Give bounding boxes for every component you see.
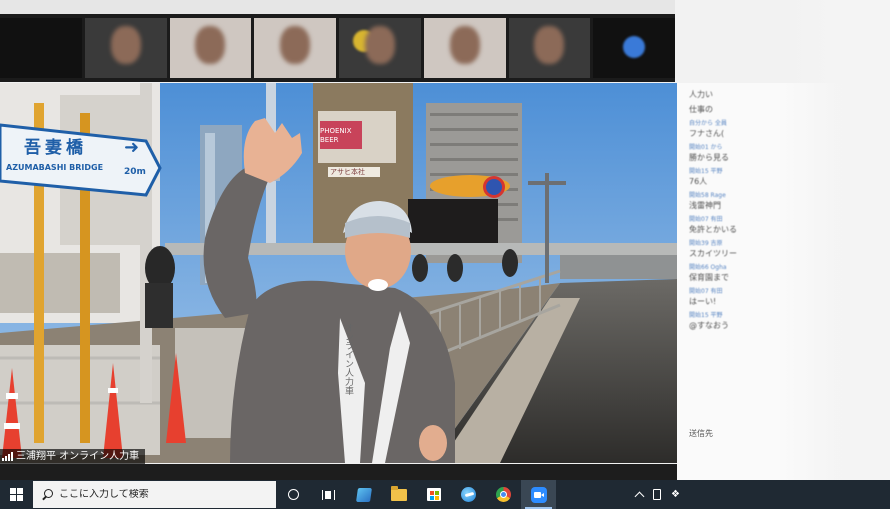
bridge-sign-en: AZUMABASHI BRIDGE xyxy=(6,163,104,172)
participant-thumbnail[interactable] xyxy=(423,18,506,78)
building-sign-2: アサヒ本社 xyxy=(330,168,365,176)
video-bottom-bar xyxy=(0,464,677,480)
taskbar-app-book[interactable] xyxy=(346,480,381,509)
participant-face xyxy=(280,26,311,64)
zoom-meeting-window: 吾妻橋 ➜ AZUMABASHI BRIDGE 20m PHOENIX BEER… xyxy=(0,0,890,509)
chat-send-to-label[interactable]: 送信先 xyxy=(689,428,713,439)
participant-face xyxy=(534,26,565,64)
dropbox-icon[interactable]: ❖ xyxy=(671,489,680,500)
happi-text: オンライン人力車 xyxy=(343,323,353,395)
bridge-sign-distance: 20m xyxy=(124,167,146,177)
participant-face xyxy=(364,26,395,64)
store-icon xyxy=(426,488,441,501)
participant-thumbnail[interactable] xyxy=(169,18,252,78)
participant-thumbnail[interactable] xyxy=(0,18,82,78)
taskbar-app-explorer[interactable] xyxy=(381,480,416,509)
participant-gallery-strip xyxy=(0,14,675,82)
usb-device-icon[interactable] xyxy=(653,489,662,500)
task-view-icon xyxy=(322,489,335,500)
search-icon xyxy=(41,488,53,501)
screen-glare xyxy=(780,0,890,480)
task-view-button[interactable] xyxy=(311,480,346,509)
window-top-bar xyxy=(0,0,675,14)
participant-name: 三浦翔平 オンライン人力車 xyxy=(16,451,140,462)
signal-strength-icon xyxy=(2,452,13,461)
cortana-icon xyxy=(288,489,299,500)
windows-taskbar: ❖ xyxy=(0,480,890,509)
participant-thumbnail[interactable] xyxy=(593,18,675,78)
windows-logo-icon xyxy=(9,488,23,501)
bridge-sign-jp: 吾妻橋 xyxy=(24,138,87,158)
zoom-icon xyxy=(530,486,547,503)
book-app-icon xyxy=(355,487,372,502)
chevron-up-icon[interactable] xyxy=(634,491,645,502)
participant-avatar xyxy=(623,36,646,58)
cortana-button[interactable] xyxy=(276,480,311,509)
taskbar-search-box[interactable] xyxy=(33,481,276,508)
bridge-sign: 吾妻橋 ➜ AZUMABASHI BRIDGE 20m xyxy=(0,127,156,195)
edge-icon xyxy=(461,487,476,502)
participant-face xyxy=(195,26,226,64)
arrow-right-icon: ➜ xyxy=(124,137,140,158)
participant-face xyxy=(110,26,141,64)
taskbar-app-edge[interactable] xyxy=(451,480,486,509)
search-input[interactable] xyxy=(59,489,259,500)
active-speaker-video[interactable]: 吾妻橋 ➜ AZUMABASHI BRIDGE 20m PHOENIX BEER… xyxy=(0,83,677,463)
participant-thumbnail[interactable] xyxy=(254,18,336,78)
participant-name-tag: 三浦翔平 オンライン人力車 xyxy=(0,449,146,464)
start-button[interactable] xyxy=(0,480,32,509)
taskbar-app-chrome[interactable] xyxy=(486,480,521,509)
chrome-icon xyxy=(496,487,511,502)
taskbar-app-zoom[interactable] xyxy=(521,480,556,509)
participant-face xyxy=(449,26,480,64)
building-sign-1: PHOENIX BEER xyxy=(320,127,352,144)
folder-icon xyxy=(390,485,407,501)
participant-thumbnail[interactable] xyxy=(339,18,421,78)
participant-thumbnail[interactable] xyxy=(508,18,591,78)
participant-thumbnail[interactable] xyxy=(84,18,167,78)
taskbar-app-store[interactable] xyxy=(416,480,451,509)
system-tray: ❖ xyxy=(634,489,890,502)
